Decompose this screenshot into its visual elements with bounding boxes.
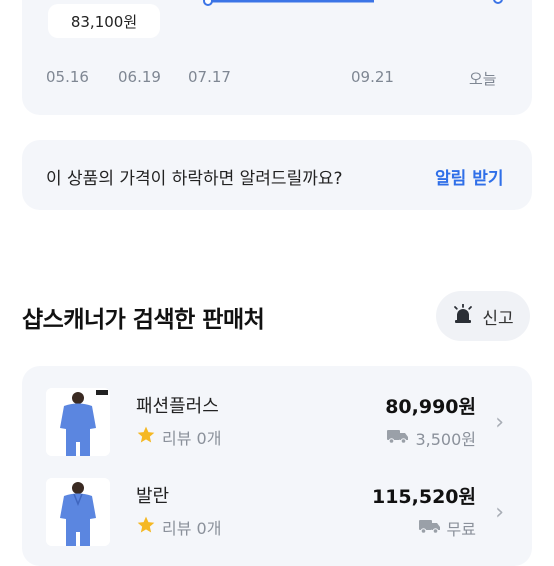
seller-name: 패션플러스 xyxy=(136,396,219,417)
seller-price: 115,520원 xyxy=(371,486,476,508)
seller-name: 발란 xyxy=(136,486,170,507)
seller-shipping: 무료 xyxy=(418,516,476,540)
chevron-right-icon: › xyxy=(495,410,504,435)
current-price-chip: 83,100원 xyxy=(48,4,160,38)
chevron-right-icon: › xyxy=(495,500,504,525)
report-button[interactable]: 신고 xyxy=(436,291,530,341)
sellers-list: 패션플러스 리뷰 0개 80,990원 3,500원 › 발란 리뷰 0개 11… xyxy=(22,366,532,566)
truck-icon xyxy=(418,518,441,538)
seller-row[interactable]: 발란 리뷰 0개 115,520원 무료 › xyxy=(22,478,532,558)
seller-row[interactable]: 패션플러스 리뷰 0개 80,990원 3,500원 › xyxy=(22,388,532,468)
seller-shipping: 3,500원 xyxy=(387,426,476,450)
product-thumbnail xyxy=(46,478,110,546)
price-alert-button[interactable]: 알림 받기 xyxy=(435,164,503,189)
review-count: 리뷰 0개 xyxy=(162,519,222,538)
siren-icon xyxy=(452,303,474,329)
report-label: 신고 xyxy=(482,308,514,329)
price-alert-question: 이 상품의 가격이 하락하면 알려드릴까요? xyxy=(46,169,343,189)
date-label: 09.21 xyxy=(351,68,394,86)
date-label: 06.19 xyxy=(118,68,161,86)
seller-price: 80,990원 xyxy=(385,396,476,418)
date-label: 오늘 xyxy=(469,70,497,88)
product-thumbnail xyxy=(46,388,110,456)
truck-icon xyxy=(387,428,409,448)
seller-review: 리뷰 0개 xyxy=(136,515,221,539)
shipping-fee: 3,500원 xyxy=(415,430,476,449)
star-icon xyxy=(136,515,156,539)
date-label: 07.17 xyxy=(188,68,231,86)
shipping-fee: 무료 xyxy=(446,520,476,539)
price-alert-card: 이 상품의 가격이 하락하면 알려드릴까요? 알림 받기 xyxy=(22,140,532,210)
date-label: 05.16 xyxy=(46,68,89,86)
star-icon xyxy=(136,425,156,449)
seller-review: 리뷰 0개 xyxy=(136,425,221,449)
sellers-section-title: 샵스캐너가 검색한 판매처 xyxy=(22,307,265,333)
review-count: 리뷰 0개 xyxy=(162,429,222,448)
price-chart-card: 83,100원 05.16 06.19 07.17 09.21 오늘 xyxy=(22,0,532,115)
